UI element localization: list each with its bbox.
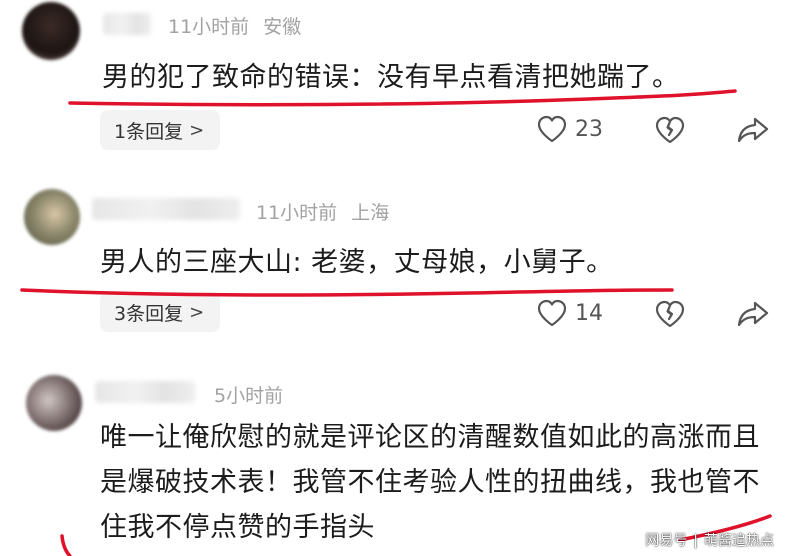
comment-time: 5小时前 xyxy=(214,385,284,407)
comment-3: 5小时前 唯一让俺欣慰的就是评论区的清醒数值如此的高涨而且是爆破技术表！我管不住… xyxy=(0,365,800,556)
share-icon[interactable] xyxy=(737,300,769,328)
share-icon[interactable] xyxy=(737,116,769,144)
comment-2: 11小时前 上海 男人的三座大山: 老婆，丈母娘，小舅子。 3条回复 > 14 xyxy=(0,180,800,360)
chevron-right-icon: > xyxy=(189,119,205,141)
comment-meta: 11小时前 安徽 xyxy=(168,12,301,39)
heart-icon xyxy=(537,299,567,327)
username-blurred[interactable] xyxy=(95,381,195,403)
avatar[interactable] xyxy=(22,2,80,60)
comment-meta: 11小时前 上海 xyxy=(256,198,389,225)
heart-icon xyxy=(537,115,567,143)
username-blurred[interactable] xyxy=(103,13,151,35)
reply-button[interactable]: 1条回复 > xyxy=(100,110,221,150)
watermark-separator: | xyxy=(693,533,698,549)
watermark: 网易号 | 萌酱追热点 xyxy=(645,530,774,550)
reply-count: 3条回复 xyxy=(114,302,184,325)
comment-location: 上海 xyxy=(351,202,390,224)
avatar[interactable] xyxy=(24,189,80,245)
comment-text: 男的犯了致命的错误：没有早点看清把她踹了。 xyxy=(102,62,680,93)
like-count: 14 xyxy=(575,300,603,326)
comment-time: 11小时前 xyxy=(168,16,250,38)
broken-heart-icon[interactable] xyxy=(655,300,685,328)
comment-meta: 5小时前 xyxy=(214,381,283,408)
watermark-source: 网易号 xyxy=(645,533,688,549)
comment-location: 安徽 xyxy=(263,16,302,38)
comment-1: 11小时前 安徽 男的犯了致命的错误：没有早点看清把她踹了。 1条回复 > 23 xyxy=(0,0,800,170)
chevron-right-icon: > xyxy=(189,301,205,323)
reply-button[interactable]: 3条回复 > xyxy=(100,292,221,332)
broken-heart-icon[interactable] xyxy=(655,116,685,144)
like-button[interactable]: 23 xyxy=(537,115,603,143)
watermark-author: 萌酱追热点 xyxy=(704,533,774,549)
like-count: 23 xyxy=(575,116,603,142)
avatar[interactable] xyxy=(26,375,82,431)
comment-time: 11小时前 xyxy=(256,202,338,224)
comment-text: 男人的三座大山: 老婆，丈母娘，小舅子。 xyxy=(100,247,614,278)
like-button[interactable]: 14 xyxy=(537,299,603,327)
username-blurred[interactable] xyxy=(92,198,240,220)
reply-count: 1条回复 xyxy=(114,120,184,143)
